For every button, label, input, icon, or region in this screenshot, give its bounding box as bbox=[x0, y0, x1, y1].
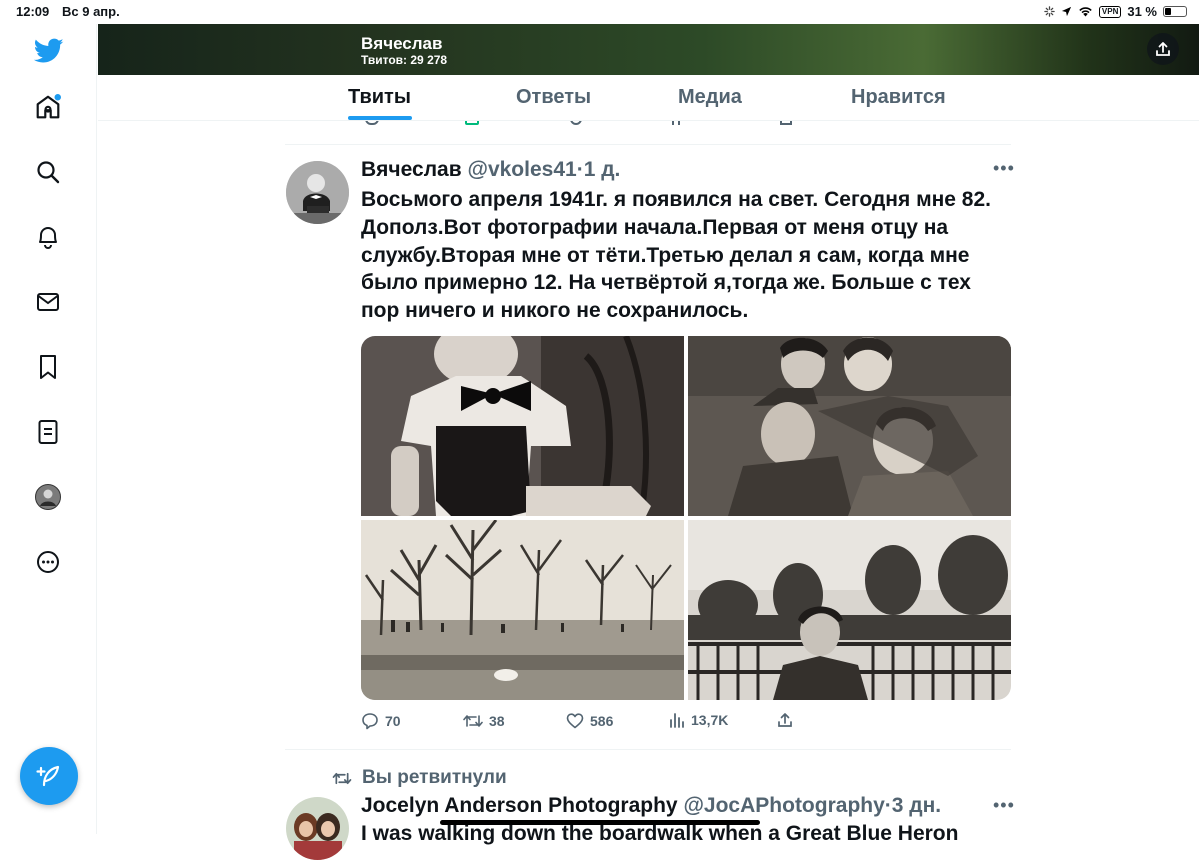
sidebar bbox=[0, 24, 97, 834]
status-time: 12:09 bbox=[16, 4, 50, 19]
header-name: Вячеслав bbox=[361, 34, 443, 53]
tab-replies[interactable]: Ответы bbox=[516, 86, 591, 109]
photo-women-group[interactable] bbox=[688, 336, 1011, 516]
compose-tweet-icon bbox=[36, 765, 60, 787]
tweet2-header: Jocelyn Anderson Photography @JocAPhotog… bbox=[361, 794, 941, 818]
share-icon bbox=[1156, 42, 1170, 56]
vpn-badge: VPN bbox=[1098, 5, 1122, 18]
tweet-share-button[interactable] bbox=[777, 712, 793, 728]
photo-park-trees[interactable] bbox=[361, 520, 684, 700]
retweet-notice: Вы ретвитнули bbox=[332, 767, 507, 789]
tweet-more-icon[interactable]: ••• bbox=[993, 158, 1015, 179]
tweet-author-name[interactable]: Вячеслав bbox=[361, 158, 462, 181]
photo-boy-fence[interactable] bbox=[688, 520, 1011, 700]
wifi-icon bbox=[1079, 7, 1092, 17]
tweet-author-avatar[interactable] bbox=[286, 161, 349, 224]
photo-child-bowtie[interactable] bbox=[361, 336, 684, 516]
loading-icon bbox=[1044, 6, 1055, 17]
lists-icon[interactable] bbox=[33, 417, 63, 447]
tweet-actions: 70 38 586 13,7K bbox=[361, 712, 1011, 732]
header-tweet-count: Твитов: 29 278 bbox=[361, 53, 448, 67]
battery-percent: 31 % bbox=[1127, 4, 1157, 19]
heart-icon bbox=[566, 713, 584, 729]
retweet-icon bbox=[463, 715, 483, 727]
status-right: VPN 31 % bbox=[1044, 4, 1187, 19]
compose-tweet-button[interactable] bbox=[20, 747, 78, 805]
share-icon bbox=[778, 713, 792, 727]
tweet-separator: · bbox=[576, 158, 584, 181]
notifications-icon[interactable] bbox=[33, 222, 63, 252]
tweet2-text: I was walking down the boardwalk when a … bbox=[361, 822, 959, 845]
reply-button[interactable]: 70 bbox=[361, 712, 401, 730]
tweet-media-grid bbox=[361, 336, 1011, 700]
battery-icon bbox=[1163, 6, 1187, 17]
tweet-author-handle[interactable]: @vkoles41 bbox=[467, 158, 576, 181]
tweet-divider bbox=[285, 144, 1011, 145]
home-icon[interactable] bbox=[33, 92, 63, 122]
bookmarks-icon[interactable] bbox=[33, 352, 63, 382]
previous-tweet-actions bbox=[360, 121, 860, 125]
tab-media[interactable]: Медиа bbox=[678, 86, 742, 109]
profile-tabs: Твиты Ответы Медиа Нравится bbox=[98, 75, 1199, 121]
like-button[interactable]: 586 bbox=[566, 712, 613, 730]
tab-tweets[interactable]: Твиты bbox=[348, 86, 411, 109]
tweet-header: Вячеслав @vkoles41·1 д. bbox=[361, 158, 620, 182]
retweet-icon bbox=[332, 772, 352, 784]
retweet-count: 38 bbox=[489, 713, 505, 729]
views-button[interactable]: 13,7K bbox=[669, 712, 728, 728]
status-bar: 12:09 Вс 9 апр. VPN 31 % bbox=[0, 0, 1199, 24]
tab-likes[interactable]: Нравится bbox=[851, 86, 946, 109]
tweet2-separator: · bbox=[884, 794, 892, 817]
views-icon bbox=[670, 713, 684, 728]
profile-header: Вячеслав Твитов: 29 278 bbox=[98, 24, 1199, 75]
tweet2-time[interactable]: 3 дн. bbox=[892, 794, 941, 817]
active-tab-indicator bbox=[348, 116, 412, 120]
messages-icon[interactable] bbox=[33, 287, 63, 317]
tweet2-author-avatar[interactable] bbox=[286, 797, 349, 860]
tweet-divider bbox=[285, 749, 1011, 750]
share-button[interactable] bbox=[1147, 33, 1179, 65]
tweet2-author-handle[interactable]: @JocAPhotography bbox=[683, 794, 884, 817]
tweet-time[interactable]: 1 д. bbox=[584, 158, 621, 181]
status-date: Вс 9 апр. bbox=[62, 4, 120, 19]
tweet-text: Восьмого апреля 1941г. я появился на све… bbox=[361, 188, 991, 323]
location-icon bbox=[1061, 6, 1071, 17]
home-indicator[interactable] bbox=[440, 820, 760, 825]
more-icon[interactable] bbox=[33, 547, 63, 577]
tweet2-more-icon[interactable]: ••• bbox=[993, 795, 1015, 816]
retweet-notice-text[interactable]: Вы ретвитнули bbox=[362, 767, 507, 789]
profile-avatar[interactable] bbox=[33, 482, 63, 512]
twitter-logo-icon[interactable] bbox=[32, 34, 66, 68]
retweet-button[interactable]: 38 bbox=[463, 712, 505, 730]
tweet2-author-name[interactable]: Jocelyn Anderson Photography bbox=[361, 794, 678, 817]
reply-icon bbox=[362, 713, 378, 730]
view-count: 13,7K bbox=[691, 712, 729, 728]
like-count: 586 bbox=[590, 713, 614, 729]
reply-count: 70 bbox=[385, 713, 401, 729]
search-icon[interactable] bbox=[33, 157, 63, 187]
